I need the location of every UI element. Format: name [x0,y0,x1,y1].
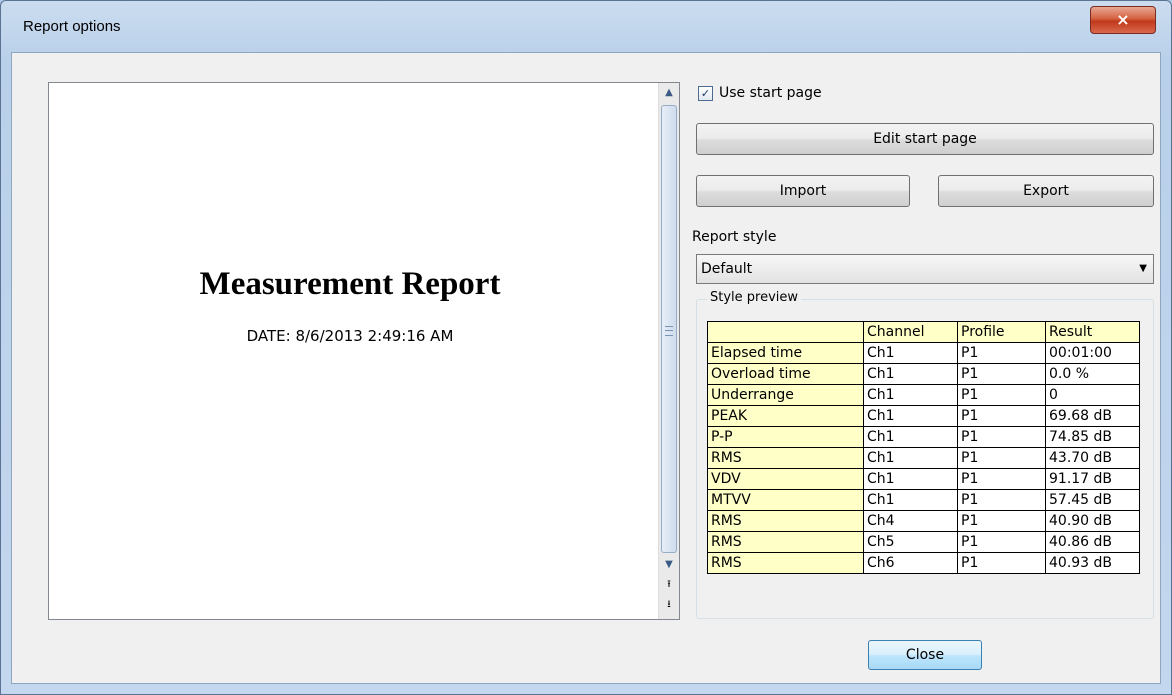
scroll-down-icon[interactable]: ▼ [660,555,678,575]
table-cell: P1 [957,510,1046,532]
row-label-cell: RMS [707,510,864,532]
table-cell: Ch1 [863,468,958,490]
table-header-row: Channel Profile Result [707,321,1140,343]
scroll-up-icon[interactable]: ▲ [660,83,678,103]
table-cell: 40.86 dB [1045,531,1140,553]
style-preview-table: Channel Profile Result Elapsed time Ch1 P1 00:… [707,321,1140,574]
table-cell: Ch5 [863,531,958,553]
row-label-cell: P-P [707,426,864,448]
title-bar: Report options × [1,1,1171,51]
row-label-cell: RMS [707,552,864,574]
table-row: Overload time Ch1 P1 0.0 % [707,363,1140,385]
table-cell: P1 [957,363,1046,385]
grip-icon [665,326,673,336]
preview-date: DATE: 8/6/2013 2:49:16 AM [246,327,454,345]
report-style-value: Default [701,261,753,277]
table-cell: P1 [957,552,1046,574]
column-header: Channel [863,321,958,343]
row-label-cell: MTVV [707,489,864,511]
chevron-down-icon: ▼ [1139,263,1147,274]
table-cell: 40.93 dB [1045,552,1140,574]
table-cell: Ch4 [863,510,958,532]
report-options-window: Report options × Measurement Report DATE… [0,0,1172,695]
report-preview-pane: Measurement Report DATE: 8/6/2013 2:49:1… [48,82,680,620]
row-label-cell: PEAK [707,405,864,427]
preview-scrollbar[interactable]: ▲ ▼ ⭱ ⭳ [658,83,679,619]
table-cell: P1 [957,384,1046,406]
style-preview-label: Style preview [707,290,802,305]
preview-heading: Measurement Report [199,266,501,302]
table-cell: 0 [1045,384,1140,406]
table-cell: P1 [957,468,1046,490]
column-header: Profile [957,321,1046,343]
table-row: RMS Ch4 P1 40.90 dB [707,510,1140,532]
table-cell: Ch1 [863,342,958,364]
close-button[interactable]: Close [868,640,982,670]
table-cell: 57.45 dB [1045,489,1140,511]
row-label-cell: RMS [707,447,864,469]
table-cell: 69.68 dB [1045,405,1140,427]
table-cell: P1 [957,342,1046,364]
table-row: RMS Ch1 P1 43.70 dB [707,447,1140,469]
table-cell: P1 [957,405,1046,427]
table-row: MTVV Ch1 P1 57.45 dB [707,489,1140,511]
use-start-page-option[interactable]: ✓ Use start page [698,83,822,103]
table-row: P-P Ch1 P1 74.85 dB [707,426,1140,448]
table-cell: Ch1 [863,426,958,448]
table-cell: 00:01:00 [1045,342,1140,364]
table-cell: P1 [957,447,1046,469]
scroll-thumb[interactable] [661,105,677,553]
table-cell: 91.17 dB [1045,468,1140,490]
edit-start-page-button[interactable]: Edit start page [696,123,1154,155]
table-cell: 0.0 % [1045,363,1140,385]
use-start-page-checkbox[interactable]: ✓ [698,85,713,101]
table-row: RMS Ch5 P1 40.86 dB [707,531,1140,553]
window-close-icon[interactable]: × [1090,6,1156,34]
table-cell: Ch1 [863,489,958,511]
table-cell: 40.90 dB [1045,510,1140,532]
table-cell: P1 [957,531,1046,553]
table-row: PEAK Ch1 P1 69.68 dB [707,405,1140,427]
table-cell: Ch6 [863,552,958,574]
table-row: RMS Ch6 P1 40.93 dB [707,552,1140,574]
import-button[interactable]: Import [696,175,910,207]
style-preview-group: Style preview Channel Profile Result Elapse… [696,290,1154,619]
row-label-cell: Elapsed time [707,342,864,364]
export-button[interactable]: Export [938,175,1154,207]
table-cell: 74.85 dB [1045,426,1140,448]
report-style-label: Report style [692,229,777,245]
row-label-cell: RMS [707,531,864,553]
table-cell: P1 [957,426,1046,448]
table-cell: 43.70 dB [1045,447,1140,469]
table-row: Elapsed time Ch1 P1 00:01:00 [707,342,1140,364]
use-start-page-label: Use start page [719,85,822,101]
dialog-client-area: Measurement Report DATE: 8/6/2013 2:49:1… [11,52,1161,684]
column-header: Result [1045,321,1140,343]
row-label-cell: VDV [707,468,864,490]
table-row: VDV Ch1 P1 91.17 dB [707,468,1140,490]
table-cell: P1 [957,489,1046,511]
table-cell: Ch1 [863,447,958,469]
report-style-select[interactable]: Default ▼ [696,254,1154,284]
table-cell: Ch1 [863,363,958,385]
table-cell: Ch1 [863,384,958,406]
row-label-cell: Overload time [707,363,864,385]
style-preview-table-viewport: Channel Profile Result Elapsed time Ch1 P1 00:… [707,321,1145,610]
page-down-icon[interactable]: ⭳ [660,595,678,615]
window-title: Report options [23,18,121,35]
row-label-cell: Underrange [707,384,864,406]
page-up-icon[interactable]: ⭱ [660,575,678,595]
column-header [707,321,864,343]
table-row: Underrange Ch1 P1 0 [707,384,1140,406]
table-cell: Ch1 [863,405,958,427]
